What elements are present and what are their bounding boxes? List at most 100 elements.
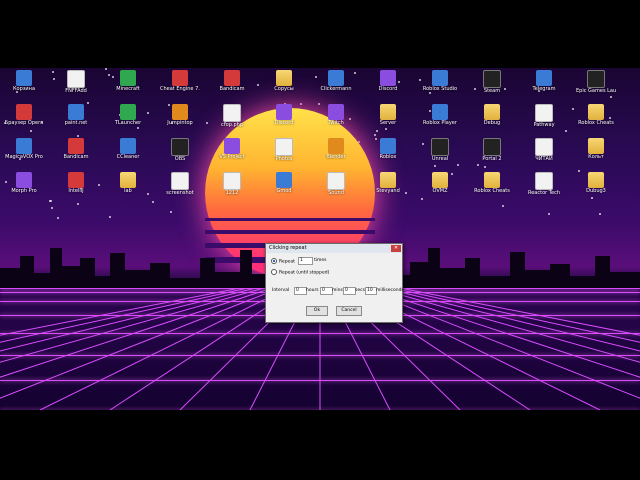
desktop-icon[interactable]: Gmod [264, 172, 304, 206]
desktop-icon[interactable]: crop.php [212, 104, 252, 138]
repeat-option[interactable]: Repeat [271, 258, 295, 265]
desktop-icon-label: Pathway [533, 122, 555, 128]
app-icon [432, 104, 448, 120]
desktop-icon[interactable]: CCleaner [108, 138, 148, 172]
desktop-icon[interactable]: Clickermann [316, 70, 356, 104]
desktop-icon[interactable]: Portal 2 [472, 138, 512, 172]
desktop-icon[interactable]: Stevyand [368, 172, 408, 206]
desktop-icon[interactable]: Discord [368, 70, 408, 104]
desktop-icon[interactable]: Epic Games Launcher [576, 70, 616, 104]
desktop-icon-label: Discord [378, 86, 398, 92]
grid-line [0, 288, 281, 399]
desktop-icon-label: Кольт [588, 154, 604, 160]
desktop-icon[interactable]: TLauncher [108, 104, 148, 138]
desktop-icon-label: Stevyand [376, 188, 400, 194]
desktop-icon[interactable]: Roblox Studio [420, 70, 460, 104]
desktop-icon-label: Epic Games Launcher [576, 88, 616, 94]
desktop-icon-label: crop.php [220, 122, 244, 128]
folder-icon [276, 70, 292, 86]
desktop-icon[interactable]: Photos [264, 138, 304, 172]
star [170, 211, 173, 214]
desktop-icon[interactable]: Кольт [576, 138, 616, 172]
folder-icon [588, 104, 604, 120]
app-icon [587, 70, 605, 88]
ok-button[interactable]: Ok [306, 306, 328, 316]
desktop-icon[interactable]: Unreal [420, 138, 460, 172]
desktop-icon[interactable]: Debug [472, 104, 512, 138]
repeat-until-stopped-radio[interactable] [271, 269, 277, 275]
desktop-icon[interactable]: Bandicam [56, 138, 96, 172]
folder-icon [484, 172, 500, 188]
desktop-icon[interactable]: Bandicam [212, 70, 252, 104]
desktop-icon[interactable]: Roblox Cheats [472, 172, 512, 206]
desktop-icon[interactable]: Roblox Cheats [576, 104, 616, 138]
close-icon[interactable]: ✕ [391, 245, 401, 252]
desktop-icon-label: Discord [274, 120, 294, 126]
desktop-icon-label: OBS [174, 156, 186, 162]
desktop-icon-label: Unreal [431, 156, 449, 162]
desktop-icon[interactable]: VS Project [212, 138, 252, 172]
desktop-icon[interactable]: Jumpintop [160, 104, 200, 138]
star [50, 206, 53, 209]
desktop-icon[interactable]: screenshot [160, 172, 200, 206]
desktop-icon[interactable]: Pathway [524, 104, 564, 138]
secs-label: secs [355, 288, 365, 293]
app-icon [483, 70, 501, 88]
desktop-icon[interactable]: Браузер Opera [4, 104, 44, 138]
grid-line [399, 288, 640, 336]
desktop-icon[interactable]: Morph Pro [4, 172, 44, 206]
desktop-icon[interactable]: Roblox Player [420, 104, 460, 138]
desktop-icon[interactable]: ЧИТАЙ [524, 138, 564, 172]
cancel-button[interactable]: Cancel [336, 306, 362, 316]
repeat-until-stopped-label: Repeat (until stopped) [279, 270, 330, 276]
desktop-icon[interactable]: Twitch [316, 104, 356, 138]
desktop-icon[interactable]: Sound [316, 172, 356, 206]
desktop-icon[interactable]: FNFFAdd [56, 70, 96, 104]
app-icon [328, 104, 344, 120]
desktop-icon[interactable]: Cheat Engine 7.2 [160, 70, 200, 104]
desktop-icon[interactable]: Reactor Tech [524, 172, 564, 206]
app-icon [483, 138, 501, 156]
repeat-count-input[interactable]: 1 [298, 257, 313, 265]
desktop-icon[interactable]: Сорусы [264, 70, 304, 104]
file-icon [223, 172, 241, 190]
grid-line [375, 288, 640, 363]
desktop-icon-label: Photos [275, 156, 293, 162]
desktop-icon-label: Morph Pro [11, 188, 37, 194]
folder-icon [380, 172, 396, 188]
desktop-icon[interactable]: Discord [264, 104, 304, 138]
folder-icon [120, 172, 136, 188]
star [52, 78, 55, 81]
desktop-icon[interactable]: IntelliJ [56, 172, 96, 206]
repeat-until-stopped-option[interactable]: Repeat (until stopped) [271, 269, 329, 276]
desktop-icon[interactable]: Blender [316, 138, 356, 172]
desktop-icon[interactable]: Корзина [4, 70, 44, 104]
folder-icon [484, 104, 500, 120]
star [105, 68, 107, 71]
desktop-icon-label: Debug [483, 120, 501, 126]
desktop-icon[interactable]: Roblox [368, 138, 408, 172]
repeat-label: Repeat [279, 259, 295, 265]
desktop-icon[interactable]: MagicaVOX Pro [4, 138, 44, 172]
desktop-icon[interactable]: lab [108, 172, 148, 206]
desktop-icon[interactable]: 1212 [212, 172, 252, 206]
desktop-icon-label: paint.net [64, 120, 88, 126]
desktop-icon[interactable]: Steam [472, 70, 512, 104]
desktop-icon-label: Корзина [12, 86, 36, 92]
folder-icon [588, 138, 604, 154]
desktop-icon[interactable]: Server [368, 104, 408, 138]
app-icon [16, 172, 32, 188]
star [97, 183, 100, 186]
file-icon [275, 138, 293, 156]
desktop-icon[interactable]: paint.net [56, 104, 96, 138]
desktop-icon-label: Sound [328, 190, 344, 196]
desktop-icon[interactable]: OBS [160, 138, 200, 172]
desktop-icon[interactable]: OVMZ [420, 172, 460, 206]
desktop-icon[interactable]: Minecraft [108, 70, 148, 104]
star [547, 213, 550, 216]
repeat-radio[interactable] [271, 258, 277, 264]
folder-icon [380, 104, 396, 120]
desktop-icon[interactable]: Telegram [524, 70, 564, 104]
grid-line [0, 288, 265, 363]
desktop-icon[interactable]: Dubug3 [576, 172, 616, 206]
